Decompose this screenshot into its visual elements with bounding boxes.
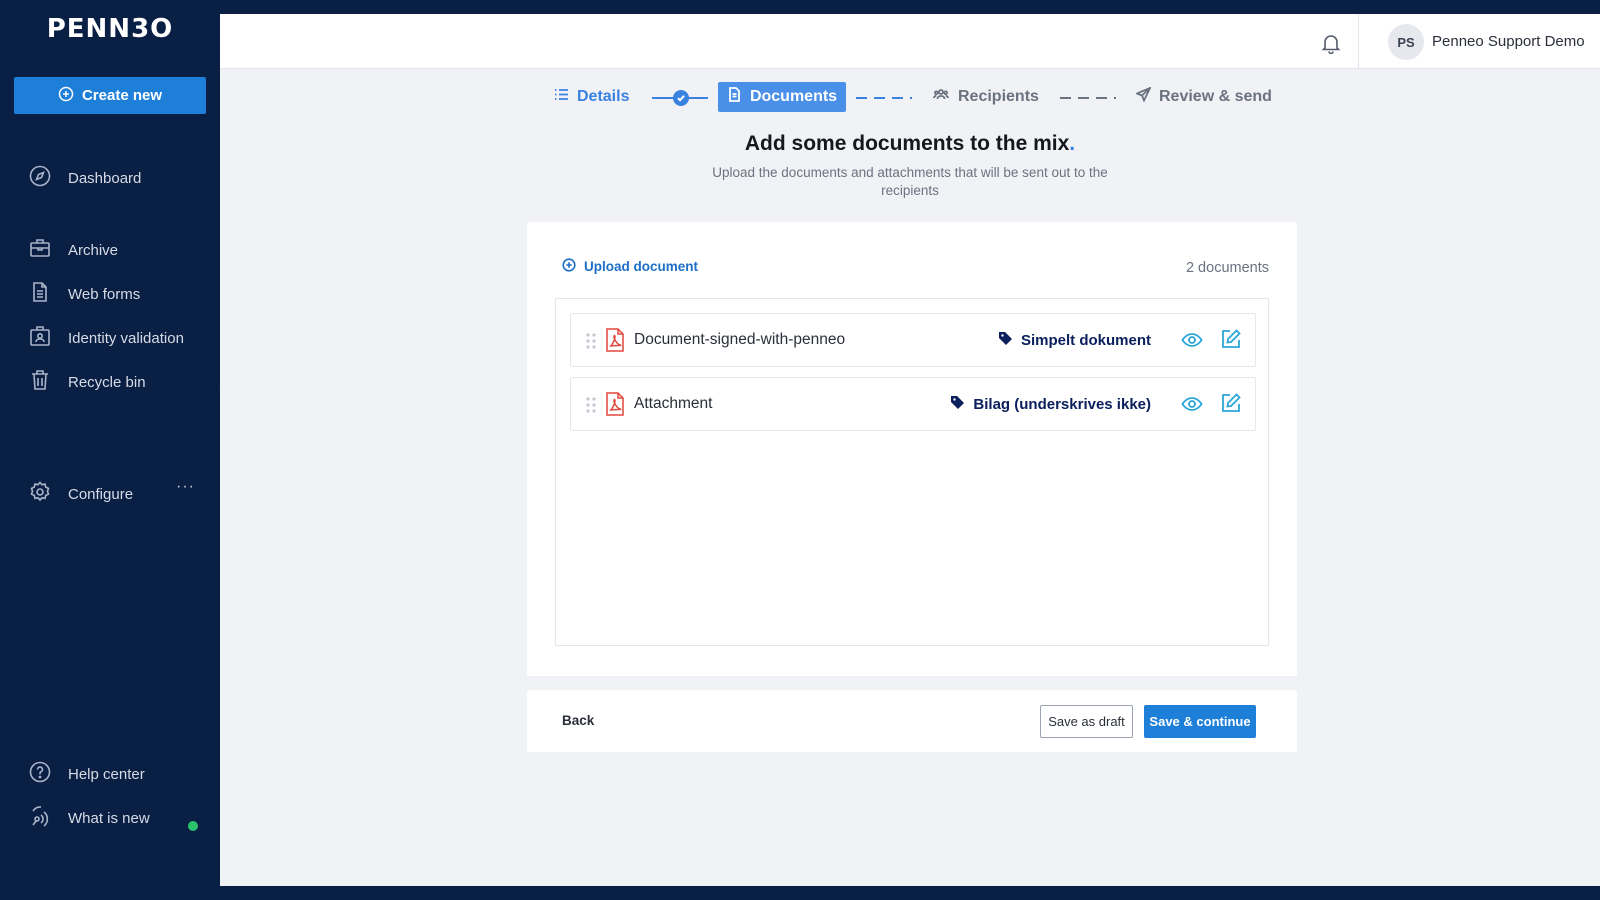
documents-card: Upload document 2 documents Document-sig… bbox=[527, 222, 1297, 676]
pdf-file-icon bbox=[605, 328, 625, 352]
sidebar-item-label: Help center bbox=[68, 765, 145, 783]
top-header: PS Penneo Support Demo bbox=[220, 14, 1600, 69]
sidebar-item-configure[interactable]: Configure bbox=[28, 480, 133, 508]
create-new-label: Create new bbox=[81, 87, 163, 104]
step-documents[interactable]: Documents bbox=[718, 82, 846, 112]
step-recipients[interactable]: Recipients bbox=[932, 82, 1039, 112]
compass-icon bbox=[28, 164, 52, 192]
page-title: Add some documents to the mix. bbox=[220, 132, 1600, 156]
sidebar-item-label: Recycle bin bbox=[68, 373, 146, 391]
document-type-tag[interactable]: Simpelt dokument bbox=[998, 331, 1151, 350]
step-complete-check-icon bbox=[673, 90, 689, 106]
sidebar-item-help-center[interactable]: Help center bbox=[28, 760, 145, 788]
upload-document-button[interactable]: Upload document bbox=[562, 258, 698, 275]
plus-circle-icon bbox=[562, 258, 576, 275]
tag-icon bbox=[950, 395, 965, 414]
sidebar-item-label: Identity validation bbox=[68, 329, 184, 347]
header-divider bbox=[1358, 14, 1359, 69]
document-list: Document-signed-with-penneo Simpelt doku… bbox=[555, 298, 1269, 646]
bottom-strip bbox=[0, 886, 1600, 900]
new-updates-indicator bbox=[188, 821, 198, 831]
sidebar-item-label: Web forms bbox=[68, 285, 141, 303]
document-icon bbox=[727, 87, 742, 107]
gear-icon bbox=[28, 480, 52, 508]
sidebar-item-label: Configure bbox=[68, 485, 134, 503]
main-content: PS Penneo Support Demo Details Documents… bbox=[220, 14, 1600, 886]
avatar[interactable]: PS bbox=[1388, 24, 1424, 60]
eye-icon bbox=[1181, 397, 1203, 411]
eye-icon bbox=[1181, 333, 1203, 347]
briefcase-icon bbox=[28, 236, 52, 264]
document-icon bbox=[28, 280, 52, 308]
list-icon bbox=[554, 87, 569, 107]
step-review-send[interactable]: Review & send bbox=[1134, 82, 1272, 112]
preview-document-button[interactable] bbox=[1181, 393, 1203, 415]
step-label: Documents bbox=[749, 88, 838, 105]
sidebar-item-label: Dashboard bbox=[68, 169, 142, 187]
sidebar-item-recycle-bin[interactable]: Recycle bin bbox=[28, 368, 146, 396]
step-label: Review & send bbox=[1159, 88, 1272, 105]
document-name: Document-signed-with-penneo bbox=[634, 331, 846, 348]
sidebar-item-label: What is new bbox=[68, 809, 150, 827]
action-bar: Back Save as draft Save & continue bbox=[527, 690, 1297, 752]
notifications-button[interactable] bbox=[1320, 32, 1342, 55]
document-name: Attachment bbox=[634, 395, 713, 412]
configure-more-menu[interactable]: ··· bbox=[176, 478, 195, 496]
page-title-text: Add some documents to the mix bbox=[744, 132, 1070, 155]
trash-icon bbox=[28, 368, 52, 396]
help-icon bbox=[28, 760, 52, 788]
document-row[interactable]: Document-signed-with-penneo Simpelt doku… bbox=[570, 313, 1256, 367]
top-strip bbox=[0, 0, 1600, 14]
broadcast-icon bbox=[28, 804, 52, 832]
document-count: 2 documents bbox=[1185, 260, 1269, 276]
document-row[interactable]: Attachment Bilag (underskrives ikke) bbox=[570, 377, 1256, 431]
step-label: Recipients bbox=[958, 88, 1039, 105]
edit-document-button[interactable] bbox=[1220, 328, 1242, 350]
sidebar-item-web-forms[interactable]: Web forms bbox=[28, 280, 140, 308]
sidebar-item-what-is-new[interactable]: What is new bbox=[28, 804, 150, 832]
page-subtitle: Upload the documents and attachments tha… bbox=[712, 165, 1108, 198]
edit-icon bbox=[1222, 329, 1241, 348]
step-label: Details bbox=[577, 88, 630, 105]
id-card-icon bbox=[28, 324, 52, 352]
drag-handle-icon[interactable] bbox=[585, 396, 597, 414]
users-icon bbox=[932, 87, 950, 107]
sidebar-item-dashboard[interactable]: Dashboard bbox=[28, 164, 141, 192]
document-type-tag[interactable]: Bilag (underskrives ikke) bbox=[950, 395, 1151, 414]
sidebar-item-label: Archive bbox=[68, 241, 119, 259]
step-connector-pending bbox=[1060, 97, 1116, 99]
plus-circle-icon bbox=[58, 86, 74, 106]
edit-document-button[interactable] bbox=[1220, 392, 1242, 414]
create-new-button[interactable]: Create new bbox=[14, 77, 206, 114]
save-as-draft-button[interactable]: Save as draft bbox=[1040, 705, 1133, 738]
tag-icon bbox=[998, 331, 1013, 350]
page-title-dot: . bbox=[1069, 132, 1076, 155]
edit-icon bbox=[1222, 393, 1241, 412]
save-and-continue-button[interactable]: Save & continue bbox=[1144, 705, 1256, 738]
user-name[interactable]: Penneo Support Demo bbox=[1432, 33, 1585, 50]
sidebar-item-identity-validation[interactable]: Identity validation bbox=[28, 324, 184, 352]
upload-document-label: Upload document bbox=[584, 259, 698, 274]
back-button[interactable]: Back bbox=[562, 713, 594, 728]
send-icon bbox=[1134, 86, 1152, 107]
document-type-label: Bilag (underskrives ikke) bbox=[973, 396, 1151, 413]
drag-handle-icon[interactable] bbox=[585, 332, 597, 350]
step-details[interactable]: Details bbox=[554, 82, 629, 112]
document-type-label: Simpelt dokument bbox=[1020, 332, 1151, 349]
bell-icon bbox=[1320, 35, 1342, 58]
penneo-logo[interactable]: PENN3O bbox=[0, 14, 220, 44]
sidebar-item-archive[interactable]: Archive bbox=[28, 236, 118, 264]
step-connector-pending bbox=[856, 97, 912, 99]
preview-document-button[interactable] bbox=[1181, 329, 1203, 351]
pdf-file-icon bbox=[605, 392, 625, 416]
sidebar bbox=[0, 14, 220, 886]
